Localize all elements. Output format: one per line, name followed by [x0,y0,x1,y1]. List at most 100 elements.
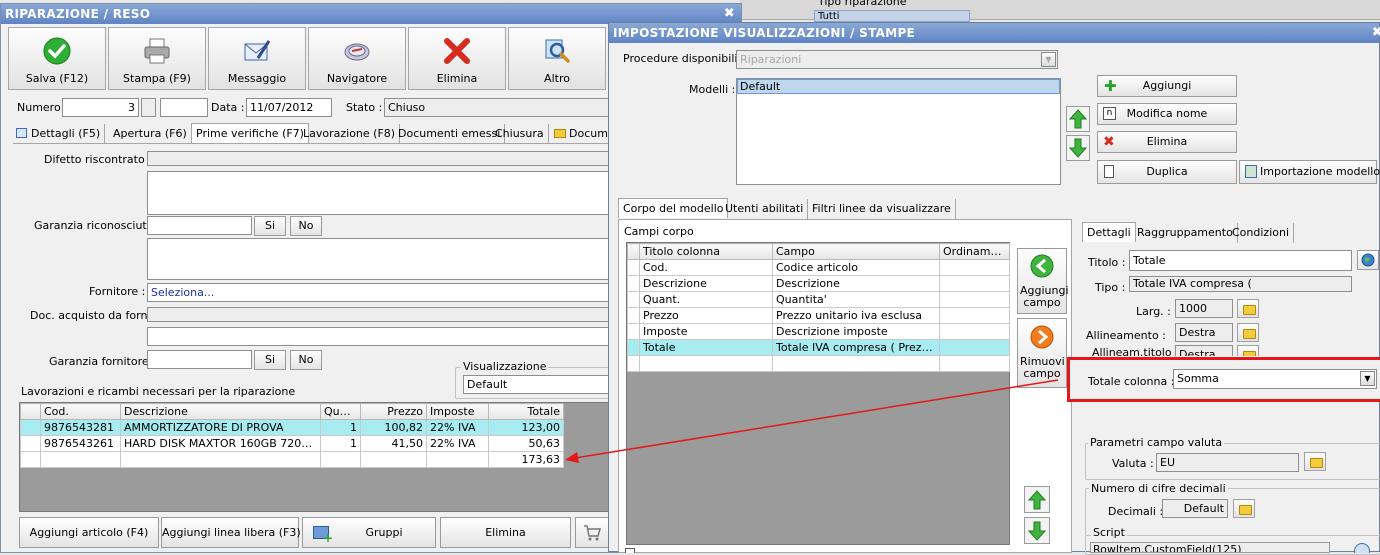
difetto-field[interactable] [147,151,613,166]
row-marker [627,259,640,276]
tab-apertura[interactable]: Apertura (F6) [109,124,192,144]
cell-campo: Quantita' [772,291,940,308]
col-prezzo[interactable]: Prezzo [360,403,427,420]
numero-field[interactable]: 3 [62,98,139,117]
fornitore-value: Seleziona... [151,286,215,299]
table-row[interactable] [627,355,1010,372]
arrow-left-icon [1030,254,1054,278]
garanzia-notes[interactable] [147,238,613,280]
tab-dettagli-campo[interactable]: Dettagli [1082,222,1136,242]
larg-field[interactable]: 1000 [1175,299,1233,318]
tab-documenti-emessi[interactable]: Documenti emessi [394,124,506,144]
visualizzazione-select[interactable]: Default [463,375,613,394]
table-row[interactable]: Imposte Descrizione imposte [627,323,1010,340]
field-up-button[interactable] [1024,486,1050,513]
procedure-select[interactable]: Riparazioni ▼ [736,50,1058,69]
table-row[interactable]: Descrizione Descrizione [627,275,1010,292]
valuta-field[interactable]: EU [1156,453,1299,472]
rename-model-button[interactable]: n Modifica nome [1097,103,1237,125]
col-campo[interactable]: Campo [772,243,940,260]
add-article-button[interactable]: Aggiungi articolo (F4) [19,517,159,548]
import-model-label: Importazione modello [1260,165,1380,178]
titolo-picker-button[interactable] [1357,250,1379,270]
tab-raggruppamento[interactable]: Raggruppamento [1133,223,1238,243]
remove-field-button[interactable]: Rimuovi campo [1017,318,1067,388]
cart-button[interactable] [575,517,609,548]
tab-chiusura[interactable]: Chiusura [491,124,549,144]
field-down-button[interactable] [1024,517,1050,544]
titolo-field[interactable]: Totale [1129,250,1352,271]
data-label: Data : [211,101,245,114]
col-descrizione[interactable]: Descrizione [120,403,321,420]
close-icon[interactable]: ✖ [724,4,735,24]
duplicate-model-button[interactable]: Duplica [1097,160,1237,184]
delete-button[interactable]: Elimina [408,27,506,90]
move-down-button[interactable] [1066,135,1090,161]
detail-panel: Titolo : Totale Tipo : Totale IVA compre… [1067,243,1380,555]
tab-dettagli[interactable]: Dettagli (F5) [13,124,106,144]
tab-corpo-modello[interactable]: Corpo del modello [618,198,729,218]
modelli-list[interactable]: Default [736,78,1061,185]
groups-button[interactable]: + Gruppi [302,517,436,548]
table-row[interactable]: Quant. Quantita' [627,291,1010,308]
table-row[interactable]: Prezzo Prezzo unitario iva esclusa [627,307,1010,324]
doc-acquisto-field[interactable] [147,307,613,322]
tab-condizioni[interactable]: Condizioni [1228,223,1295,243]
chevron-down-icon[interactable]: ▼ [1041,52,1056,67]
add-field-button[interactable]: Aggiungi campo [1017,248,1069,314]
col-imposte[interactable]: Imposte [426,403,489,420]
garanzia-si-button[interactable]: Si [254,216,286,236]
numero-spinner[interactable] [141,98,156,117]
col-quant[interactable]: Quant. [320,403,361,420]
tab-utenti-abilitati[interactable]: Utenti abilitati [721,199,809,219]
table-row[interactable]: Totale Totale IVA compresa ( Prezzo+... [627,339,1010,356]
folder-icon[interactable] [1237,299,1259,318]
garanzia-fornitore-no-button[interactable]: No [290,350,322,370]
chevron-down-icon[interactable]: ▼ [1360,371,1375,386]
decimali-field[interactable]: Default [1162,499,1228,518]
delete-row-button[interactable]: Elimina [440,517,571,548]
list-item[interactable]: Default [737,79,1060,94]
garanzia-field[interactable] [147,216,252,235]
delete-model-button[interactable]: ✖ Elimina [1097,131,1237,153]
garanzia-fornitore-field[interactable] [147,350,252,369]
script-field[interactable]: RowItem.CustomField(125) [1090,542,1330,553]
doc-acquisto-notes[interactable] [147,327,613,346]
move-up-button[interactable] [1066,106,1090,132]
allineam-titolo-field[interactable]: Destra [1175,345,1233,356]
numero-suffix-field[interactable] [160,98,208,117]
folder-icon[interactable] [1233,499,1255,518]
other-button[interactable]: Altro [508,27,606,90]
table-row[interactable]: Cod. Codice articolo [627,259,1010,276]
add-model-button[interactable]: ✚ Aggiungi [1097,75,1237,97]
side-panel-value[interactable]: Tutti [814,10,970,22]
garanzia-no-button[interactable]: No [290,216,322,236]
close-icon[interactable]: ✖ [1372,23,1380,43]
difetto-notes[interactable] [147,171,613,215]
campi-table: Titolo colonna Campo Ordiname... Cod. Cod… [627,243,1010,372]
col-cod[interactable]: Cod. [40,403,121,420]
message-button[interactable]: Messaggio [208,27,306,90]
folder-icon[interactable] [1237,345,1259,356]
col-titolo-colonna[interactable]: Titolo colonna [639,243,773,260]
col-totale[interactable]: Totale [488,403,564,420]
allineamento-field[interactable]: Destra [1175,323,1233,342]
folder-icon[interactable] [1304,452,1326,471]
print-button[interactable]: Stampa (F9) [108,27,206,90]
save-button[interactable]: Salva (F12) [8,27,106,90]
navigator-button[interactable]: Navigatore [308,27,406,90]
tab-prime-verifiche[interactable]: Prime verifiche (F7) [191,123,309,143]
garanzia-fornitore-si-button[interactable]: Si [254,350,286,370]
data-field[interactable]: 11/07/2012 [246,98,332,117]
folder-icon[interactable] [1237,323,1259,342]
totale-colonna-select[interactable]: Somma ▼ [1173,369,1377,389]
add-free-line-button[interactable]: Aggiungi linea libera (F3) [161,517,301,548]
bottom-checkbox[interactable] [625,548,635,553]
import-model-button[interactable]: Importazione modello [1239,160,1380,184]
fornitore-field[interactable]: Seleziona... [147,283,613,302]
col-ordinamento[interactable]: Ordiname... [939,243,1010,260]
tab-lavorazione[interactable]: Lavorazione (F8) [299,124,401,144]
tab-filtri-linee[interactable]: Filtri linee da visualizzare [808,199,956,219]
table-row[interactable]: 9876543281 AMMORTIZZATORE DI PROVA 1 100… [20,419,564,436]
table-row[interactable]: 9876543261 HARD DISK MAXTOR 160GB 7200 R… [20,435,564,452]
